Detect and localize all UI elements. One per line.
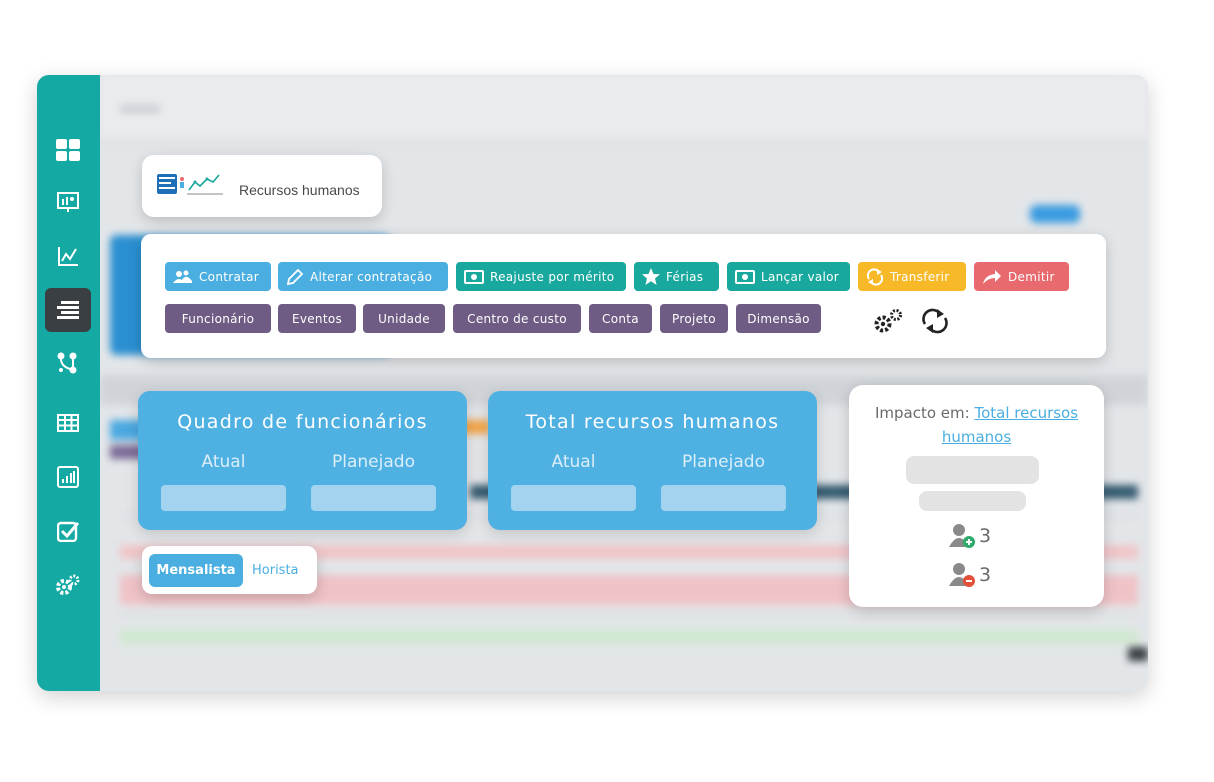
- sidebar-item-line-chart[interactable]: [45, 234, 91, 278]
- filter-projeto[interactable]: Projeto: [660, 304, 728, 333]
- line-chart-icon: [58, 247, 78, 266]
- added-count: 3: [979, 525, 992, 547]
- user-add-icon: [949, 524, 975, 548]
- removed-employees-row: 3: [949, 562, 991, 588]
- filter-unidade[interactable]: Unidade: [363, 304, 445, 333]
- headcount-actual-label: Atual: [201, 452, 246, 472]
- filter-funcionario[interactable]: Funcionário: [165, 304, 271, 333]
- impact-text: Impacto em: Total recursos humanos: [849, 401, 1104, 449]
- merit-raise-button-label: Reajuste por mérito: [490, 269, 615, 284]
- impact-card: Impacto em: Total recursos humanos 3 3: [849, 385, 1104, 607]
- filter-dimensao[interactable]: Dimensão: [736, 304, 821, 333]
- presentation-icon: [57, 192, 79, 212]
- checkbox-icon: [57, 521, 79, 542]
- bar-chart-icon: [57, 466, 79, 488]
- user-remove-icon: [949, 563, 975, 587]
- dismiss-button[interactable]: Demitir: [974, 262, 1069, 291]
- sidebar-item-presentation[interactable]: [45, 180, 91, 224]
- headcount-planned-value: [311, 485, 436, 511]
- merit-raise-button[interactable]: Reajuste por mérito: [456, 262, 626, 291]
- post-value-button-label: Lançar valor: [761, 269, 840, 284]
- star-icon: [642, 268, 660, 285]
- transfer-button[interactable]: Transferir: [858, 262, 966, 291]
- sidebar-item-dashboard[interactable]: [45, 128, 91, 172]
- money-icon: [735, 269, 755, 284]
- sidebar-item-list[interactable]: [45, 288, 91, 332]
- actions-toolbar: Contratar Alterar contratação Reajuste p…: [141, 234, 1106, 358]
- settings-icon: [56, 574, 80, 595]
- pencil-icon: [286, 268, 304, 285]
- post-value-button[interactable]: Lançar valor: [727, 262, 850, 291]
- sidebar-item-bar-chart[interactable]: [45, 455, 91, 499]
- filter-conta[interactable]: Conta: [589, 304, 652, 333]
- vacation-button-label: Férias: [666, 269, 704, 284]
- change-hire-button-label: Alterar contratação: [310, 269, 433, 284]
- dismiss-button-label: Demitir: [1008, 269, 1055, 284]
- toggle-mensalista[interactable]: Mensalista: [149, 554, 243, 587]
- total-hr-planned-label: Planejado: [682, 452, 765, 472]
- total-hr-title: Total recursos humanos: [525, 411, 780, 433]
- sidebar-item-flow[interactable]: [45, 341, 91, 385]
- filter-centro-de-custo[interactable]: Centro de custo: [453, 304, 581, 333]
- sidebar-item-settings[interactable]: [45, 563, 91, 607]
- headcount-title: Quadro de funcionários: [177, 411, 428, 433]
- vacation-button[interactable]: Férias: [634, 262, 719, 291]
- pay-type-toggle: Mensalista Horista: [142, 546, 317, 594]
- settings-icon[interactable]: [873, 308, 905, 334]
- total-hr-actual-label: Atual: [551, 452, 596, 472]
- dashboard-icon: [56, 139, 80, 161]
- transfer-button-label: Transferir: [890, 269, 950, 284]
- total-hr-card: Total recursos humanos Atual Planejado: [488, 391, 817, 530]
- filter-eventos[interactable]: Eventos: [278, 304, 356, 333]
- hire-button[interactable]: Contratar: [165, 262, 271, 291]
- flow-icon: [57, 352, 77, 374]
- total-hr-actual-value: [511, 485, 636, 511]
- headcount-planned-label: Planejado: [332, 452, 415, 472]
- headcount-actual-value: [161, 485, 286, 511]
- employee-headcount-card: Quadro de funcionários Atual Planejado: [138, 391, 467, 530]
- sync-icon[interactable]: [920, 308, 950, 334]
- list-icon: [57, 301, 79, 319]
- table-icon: [57, 414, 79, 432]
- removed-count: 3: [979, 564, 992, 586]
- share-icon: [983, 269, 1001, 284]
- sidebar-item-table[interactable]: [45, 401, 91, 445]
- change-hire-button[interactable]: Alterar contratação: [278, 262, 448, 291]
- total-hr-planned-value: [661, 485, 786, 511]
- module-logo-icon: [157, 174, 223, 195]
- sidebar-item-checkbox[interactable]: [45, 509, 91, 553]
- impact-prefix: Impacto em:: [874, 404, 970, 422]
- users-icon: [173, 270, 192, 283]
- module-title-card: Recursos humanos: [142, 155, 382, 217]
- sync-icon: [866, 267, 884, 286]
- toggle-horista[interactable]: Horista: [252, 554, 299, 587]
- impact-placeholder-bar: [906, 456, 1039, 484]
- page-title: Recursos humanos: [239, 182, 360, 198]
- hire-button-label: Contratar: [199, 269, 260, 284]
- impact-placeholder-bar: [919, 491, 1026, 511]
- added-employees-row: 3: [949, 523, 991, 549]
- money-icon: [464, 269, 484, 284]
- sidebar: [37, 75, 100, 691]
